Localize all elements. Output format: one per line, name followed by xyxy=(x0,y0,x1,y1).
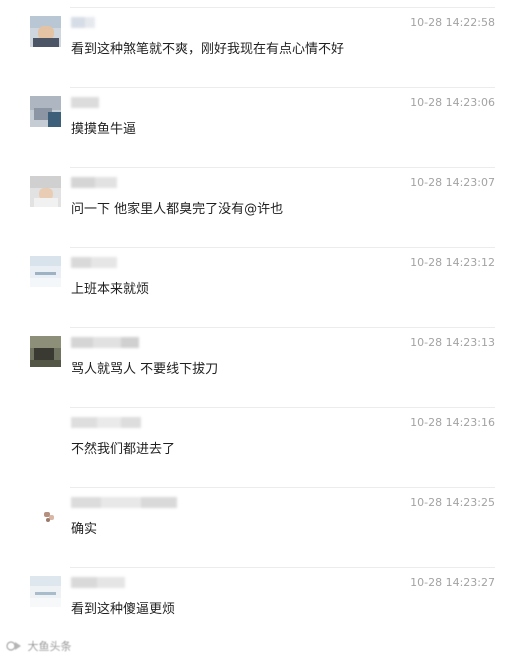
comment-timestamp: 10-28 14:23:13 xyxy=(410,336,495,349)
username-redacted[interactable] xyxy=(71,257,117,268)
watermark-logo-icon xyxy=(6,640,22,651)
user-avatar[interactable] xyxy=(30,336,61,367)
comment-divider xyxy=(70,407,495,408)
comment-divider xyxy=(70,567,495,568)
comment-divider xyxy=(70,487,495,488)
comment-timestamp: 10-28 14:23:25 xyxy=(410,496,495,509)
comment-item: 10-28 14:23:12 上班本来就烦 xyxy=(0,240,523,320)
comment-text: 不然我们都进去了 xyxy=(71,442,176,457)
user-avatar[interactable] xyxy=(30,176,61,207)
comment-divider xyxy=(70,247,495,248)
comment-timestamp: 10-28 14:22:58 xyxy=(410,16,495,29)
comment-item: 10-28 14:23:13 骂人就骂人 不要线下拔刀 xyxy=(0,320,523,400)
comment-item: 10-28 14:22:58 看到这种煞笔就不爽，刚好我现在有点心情不好 xyxy=(0,0,523,80)
comment-text: 确实 xyxy=(71,522,98,537)
comment-item: 10-28 14:23:27 看到这种傻逼更烦 xyxy=(0,560,523,640)
comment-timestamp: 10-28 14:23:27 xyxy=(410,576,495,589)
username-redacted[interactable] xyxy=(71,337,139,348)
username-redacted[interactable] xyxy=(71,17,95,28)
comment-text: 看到这种煞笔就不爽，刚好我现在有点心情不好 xyxy=(71,42,345,57)
comment-feed: 10-28 14:22:58 看到这种煞笔就不爽，刚好我现在有点心情不好 10-… xyxy=(0,0,523,657)
watermark-label: 大鱼头条 xyxy=(27,640,72,653)
comment-item: 10-28 14:23:07 问一下 他家里人都臭完了没有@许也 xyxy=(0,160,523,240)
user-avatar[interactable] xyxy=(30,16,61,47)
user-avatar[interactable] xyxy=(30,256,61,287)
user-avatar[interactable] xyxy=(30,576,61,607)
comment-divider xyxy=(70,87,495,88)
comment-item: 10-28 14:23:06 摸摸鱼牛逼 xyxy=(0,80,523,160)
watermark: 大鱼头条 xyxy=(6,638,72,654)
comment-timestamp: 10-28 14:23:07 xyxy=(410,176,495,189)
comment-divider xyxy=(70,167,495,168)
user-avatar[interactable] xyxy=(30,496,61,527)
username-redacted[interactable] xyxy=(71,97,99,108)
comment-timestamp: 10-28 14:23:12 xyxy=(410,256,495,269)
comment-timestamp: 10-28 14:23:06 xyxy=(410,96,495,109)
comment-text: 摸摸鱼牛逼 xyxy=(71,122,137,137)
username-redacted[interactable] xyxy=(71,177,117,188)
comment-text: 骂人就骂人 不要线下拔刀 xyxy=(71,362,219,377)
username-redacted[interactable] xyxy=(71,417,141,428)
user-avatar[interactable] xyxy=(30,416,61,447)
comment-divider xyxy=(70,7,495,8)
comment-divider xyxy=(70,327,495,328)
user-avatar[interactable] xyxy=(30,96,61,127)
comment-item: 10-28 14:23:16 不然我们都进去了 xyxy=(0,400,523,480)
username-redacted[interactable] xyxy=(71,577,125,588)
comment-text: 上班本来就烦 xyxy=(71,282,150,297)
comment-text: 看到这种傻逼更烦 xyxy=(71,602,176,617)
username-redacted[interactable] xyxy=(71,497,177,508)
comment-item: 10-28 14:23:25 确实 xyxy=(0,480,523,560)
comment-text: 问一下 他家里人都臭完了没有@许也 xyxy=(71,202,284,217)
comment-timestamp: 10-28 14:23:16 xyxy=(410,416,495,429)
